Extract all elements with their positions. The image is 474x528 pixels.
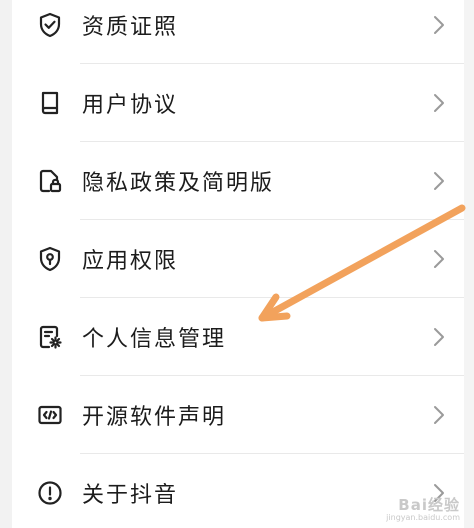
right-edge bbox=[464, 0, 474, 528]
menu-item-label: 隐私政策及简明版 bbox=[82, 170, 275, 196]
menu-item-privacy-policy[interactable]: 隐私政策及简明版 bbox=[12, 142, 464, 219]
chevron-right-icon bbox=[432, 14, 446, 36]
menu-item-label: 资质证照 bbox=[82, 14, 179, 40]
settings-page: 资质证照 用户协议 隐私政策及简明版 应用权限 个人信息管理 开源软件声明 关于… bbox=[0, 0, 474, 528]
menu-item-label: 关于抖音 bbox=[82, 482, 179, 508]
watermark-url: jingyan.baidu.com bbox=[386, 513, 460, 522]
menu-item-label: 用户协议 bbox=[82, 92, 179, 118]
info-icon bbox=[36, 479, 64, 507]
menu-item-label: 开源软件声明 bbox=[82, 404, 227, 430]
document-gear-icon bbox=[36, 323, 64, 351]
menu-item-user-agreement[interactable]: 用户协议 bbox=[12, 64, 464, 141]
watermark: Bai经验 jingyan.baidu.com bbox=[386, 494, 460, 522]
shield-check-icon bbox=[36, 11, 64, 39]
menu-item-label: 个人信息管理 bbox=[82, 326, 227, 352]
menu-item-app-permissions[interactable]: 应用权限 bbox=[12, 220, 464, 297]
chevron-right-icon bbox=[432, 92, 446, 114]
menu-item-open-source[interactable]: 开源软件声明 bbox=[12, 376, 464, 453]
document-lock-icon bbox=[36, 167, 64, 195]
code-icon bbox=[36, 401, 64, 429]
watermark-logo: Bai经验 bbox=[398, 496, 460, 514]
chevron-right-icon bbox=[432, 248, 446, 270]
menu-item-label: 应用权限 bbox=[82, 248, 179, 274]
chevron-right-icon bbox=[432, 404, 446, 426]
chevron-right-icon bbox=[432, 326, 446, 348]
book-icon bbox=[36, 89, 64, 117]
left-edge bbox=[0, 0, 12, 528]
menu-item-personal-info[interactable]: 个人信息管理 bbox=[12, 298, 464, 375]
shield-key-icon bbox=[36, 245, 64, 273]
chevron-right-icon bbox=[432, 170, 446, 192]
menu-item-qualification[interactable]: 资质证照 bbox=[12, 0, 464, 63]
